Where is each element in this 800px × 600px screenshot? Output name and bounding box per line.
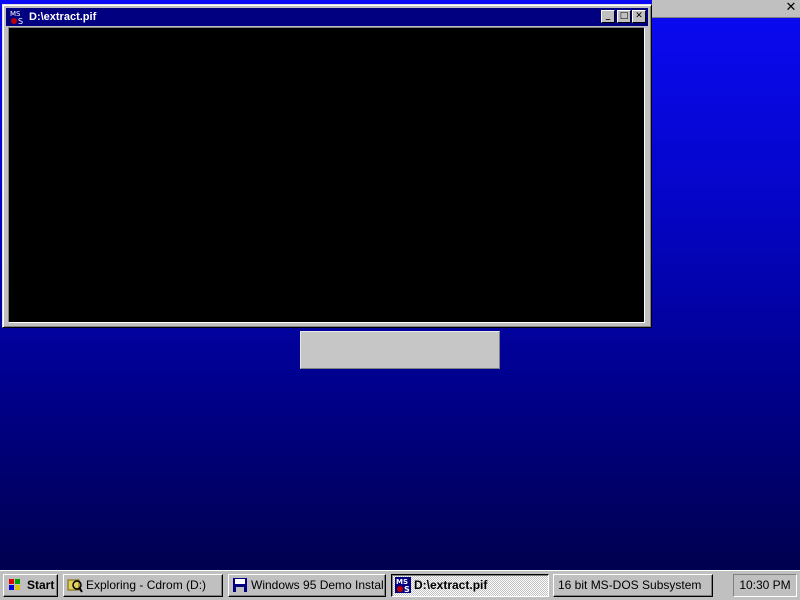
setup-icon: [233, 578, 247, 592]
taskbar-button-label: Exploring - Cdrom (D:): [86, 578, 207, 592]
minimize-button[interactable]: _: [601, 10, 615, 23]
svg-text:S: S: [18, 17, 23, 25]
taskbar-button-label: Windows 95 Demo Installa...: [251, 578, 383, 592]
system-tray-clock[interactable]: 10:30 PM: [733, 574, 797, 597]
desktop: ✕ MS S D:\extract.pif _ □ ✕: [0, 0, 800, 570]
dos-window-title-bar[interactable]: MS S D:\extract.pif _ □ ✕: [6, 8, 648, 26]
explorer-icon: [67, 579, 83, 593]
background-window-close-button[interactable]: ✕: [784, 1, 798, 15]
taskbar-button-dos-subsystem[interactable]: 16 bit MS-DOS Subsystem: [553, 574, 713, 597]
taskbar-button-explorer[interactable]: Exploring - Cdrom (D:): [63, 574, 223, 597]
ms-dos-icon[interactable]: MS S: [9, 9, 25, 25]
window-title: D:\extract.pif: [29, 11, 97, 23]
taskbar-button-label: 16 bit MS-DOS Subsystem: [558, 578, 702, 592]
taskbar-button-extract[interactable]: MS S D:\extract.pif: [391, 574, 549, 597]
taskbar: Start Exploring - Cdrom (D:) Windows 95 …: [0, 570, 800, 600]
blank-dialog-panel: [300, 331, 500, 369]
windows-logo-icon: [9, 579, 20, 590]
ms-dos-icon: MS S: [395, 577, 411, 593]
start-label: Start: [27, 578, 55, 592]
close-button[interactable]: ✕: [632, 10, 646, 23]
maximize-button[interactable]: □: [617, 10, 631, 23]
taskbar-button-install[interactable]: Windows 95 Demo Installa...: [228, 574, 386, 597]
svg-text:S: S: [404, 585, 410, 593]
dos-console-area[interactable]: [8, 27, 645, 323]
dos-window: MS S D:\extract.pif _ □ ✕: [2, 4, 652, 328]
background-window-titlebar: ✕: [652, 0, 800, 18]
taskbar-button-label: D:\extract.pif: [414, 578, 488, 592]
start-button[interactable]: Start: [3, 574, 58, 597]
